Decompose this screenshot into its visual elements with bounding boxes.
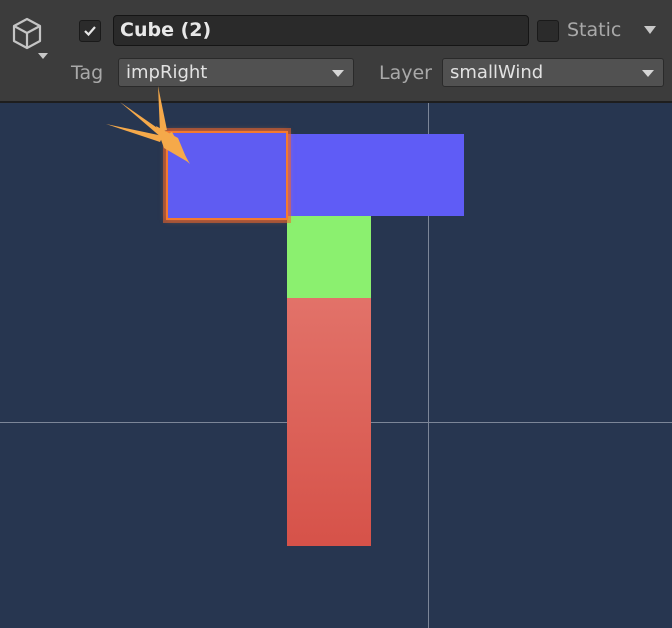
checkmark-icon [84, 26, 96, 37]
layer-dropdown[interactable]: smallWind [442, 58, 664, 87]
chevron-down-icon [642, 70, 654, 77]
red-cube[interactable] [287, 298, 371, 546]
static-label: Static [567, 19, 622, 41]
layer-value: smallWind [450, 62, 544, 83]
active-checkbox[interactable] [79, 20, 101, 42]
pointer-arrow-icon [106, 86, 190, 164]
tag-label: Tag [71, 62, 104, 84]
green-cube[interactable] [287, 216, 371, 298]
static-checkbox[interactable] [537, 20, 559, 42]
static-dropdown-caret-icon[interactable] [644, 26, 656, 34]
cube-icon[interactable] [8, 16, 48, 60]
chevron-down-icon [332, 70, 344, 77]
blue-cube[interactable] [288, 134, 464, 216]
scene-view[interactable] [0, 103, 672, 628]
object-name-field[interactable]: Cube (2) [113, 15, 529, 46]
layer-label: Layer [379, 62, 432, 84]
